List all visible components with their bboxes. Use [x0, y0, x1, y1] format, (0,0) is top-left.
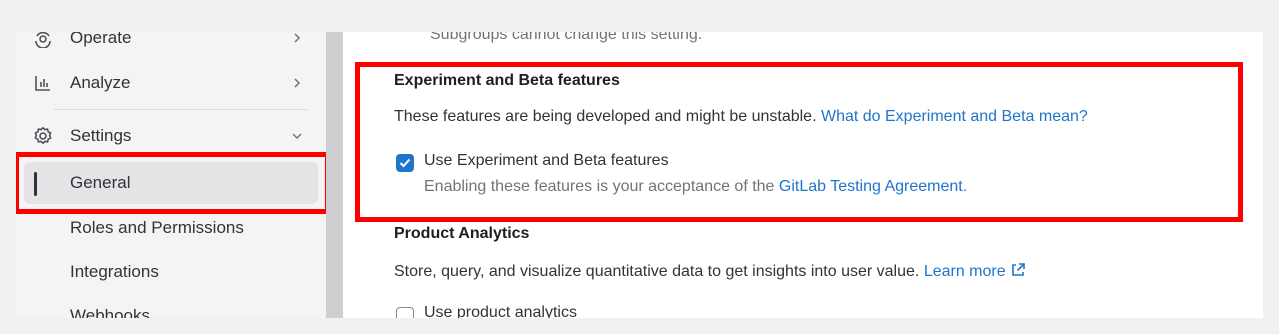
- sidebar-item-analyze[interactable]: Analyze: [16, 63, 326, 103]
- chevron-down-icon: [290, 129, 304, 143]
- highlight-box-experiment: [355, 62, 1243, 222]
- product-analytics-checkbox-label[interactable]: Use product analytics: [424, 304, 577, 318]
- sidebar-item-integrations[interactable]: Integrations: [16, 252, 326, 292]
- app-frame: Operate Analyze Settings General Roles a…: [16, 32, 1263, 318]
- sidebar-item-webhooks[interactable]: Webhooks: [16, 296, 326, 318]
- product-analytics-description-text: Store, query, and visualize quantitative…: [394, 263, 920, 280]
- deployments-icon: [32, 32, 54, 49]
- sidebar-item-label: Integrations: [70, 262, 159, 281]
- sidebar-item-label: Webhooks: [70, 306, 151, 318]
- settings-main: Subgroups cannot change this setting. Ex…: [343, 32, 1263, 318]
- sidebar-item-label: Roles and Permissions: [70, 218, 244, 237]
- product-analytics-checkbox[interactable]: [396, 307, 414, 318]
- sidebar-item-label: Settings: [70, 126, 132, 145]
- subgroups-setting-note: Subgroups cannot change this setting.: [430, 32, 703, 43]
- sidebar-item-label: Analyze: [70, 73, 131, 92]
- sidebar-scrollbar[interactable]: [326, 32, 343, 318]
- product-analytics-description: Store, query, and visualize quantitative…: [394, 262, 1026, 283]
- sidebar-divider: [54, 109, 308, 110]
- sidebar-item-settings[interactable]: Settings: [16, 116, 326, 156]
- chart-icon: [32, 72, 54, 94]
- chevron-right-icon: [290, 76, 304, 90]
- learn-more-link[interactable]: Learn more: [924, 263, 1006, 280]
- chevron-right-icon: [290, 32, 304, 45]
- settings-icon: [32, 125, 54, 147]
- sidebar-item-operate[interactable]: Operate: [16, 32, 326, 58]
- external-link-icon: [1010, 262, 1026, 283]
- sidebar: Operate Analyze Settings General Roles a…: [16, 32, 326, 318]
- product-analytics-title: Product Analytics: [394, 225, 530, 242]
- highlight-box-general: [16, 152, 326, 214]
- sidebar-item-label: Operate: [70, 32, 132, 47]
- sidebar-item-roles-and-permissions[interactable]: Roles and Permissions: [16, 208, 326, 248]
